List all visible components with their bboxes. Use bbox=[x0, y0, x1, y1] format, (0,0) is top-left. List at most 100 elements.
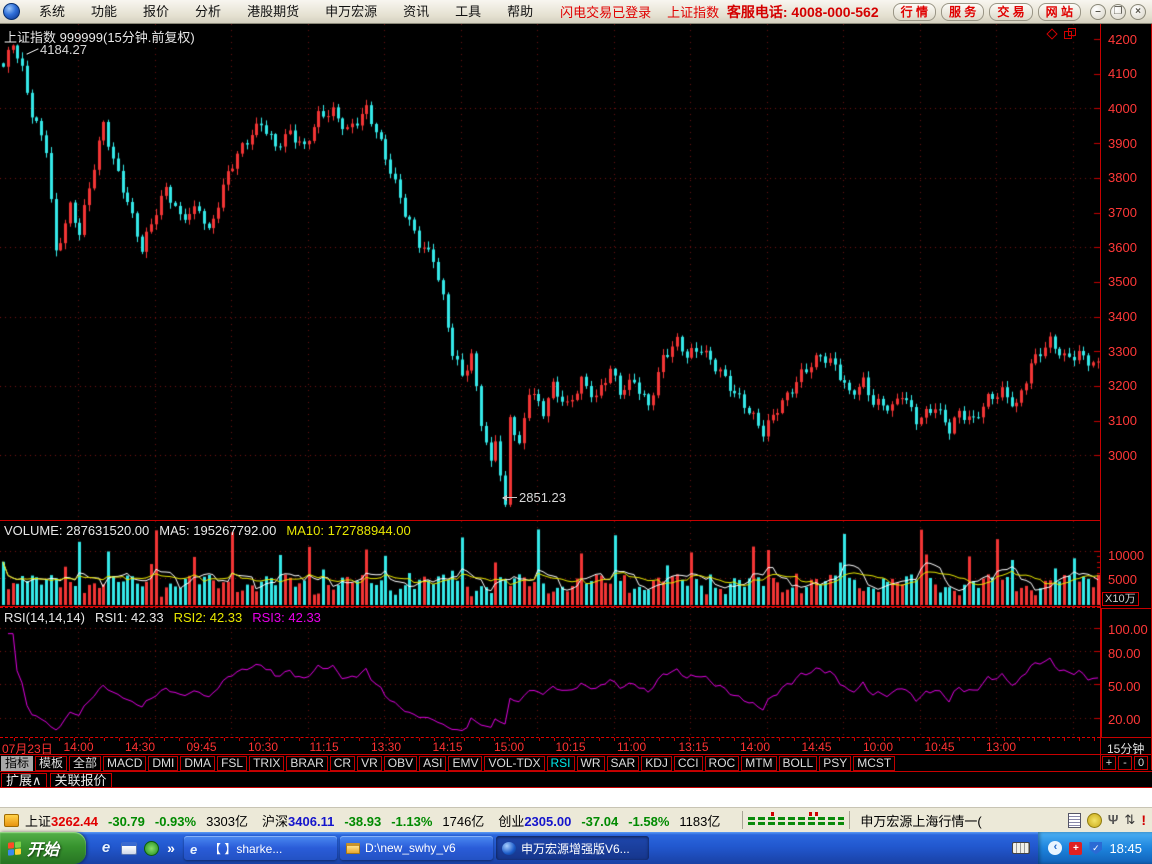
menu-item[interactable]: 功能 bbox=[78, 1, 130, 23]
menu-item[interactable]: 帮助 bbox=[494, 1, 546, 23]
indicator-tab[interactable]: ROC bbox=[704, 756, 740, 771]
indicator-tab[interactable]: SAR bbox=[606, 756, 640, 771]
rsi-axis-box: 100.00 80.00 50.00 20.00 bbox=[1101, 608, 1152, 738]
minimize-button[interactable]: – bbox=[1090, 3, 1106, 20]
header-button[interactable]: 服 务 bbox=[940, 2, 985, 21]
connection-status-label: 申万宏源上海行情一( bbox=[860, 813, 982, 829]
indicator-tab[interactable]: 指标 bbox=[1, 756, 34, 771]
indicator-tab[interactable]: 模板 bbox=[35, 756, 68, 771]
flash-trade-status: 闪电交易已登录 bbox=[560, 5, 652, 20]
volume-axis-label: 10000 bbox=[1108, 548, 1145, 563]
indicator-tab[interactable]: OBV bbox=[383, 756, 418, 771]
keyboard-tray-icon[interactable] bbox=[1012, 842, 1031, 854]
indicator-tab[interactable]: DMA bbox=[180, 756, 216, 771]
price-axis-label: 3800 bbox=[1108, 170, 1137, 186]
indicator-tab[interactable]: KDJ bbox=[641, 756, 672, 771]
indicator-tab[interactable]: MTM bbox=[741, 756, 777, 771]
price-axis-label: 3500 bbox=[1108, 274, 1137, 290]
arrow-left-icon bbox=[502, 495, 517, 501]
price-axis-label: 3100 bbox=[1108, 413, 1137, 429]
index-turnover: 3303亿 bbox=[206, 813, 249, 829]
menu-item[interactable]: 分析 bbox=[182, 1, 234, 23]
indicator-tab[interactable]: BRAR bbox=[286, 756, 328, 771]
menu-item[interactable]: 资讯 bbox=[390, 1, 442, 23]
zoom-button[interactable]: 0 bbox=[1134, 756, 1148, 770]
task-icon bbox=[346, 842, 360, 854]
taskbar-task-button[interactable]: D:\new_swhy_v6 bbox=[340, 836, 493, 860]
indicator-tab[interactable]: WR bbox=[576, 756, 605, 771]
main-candlestick-canvas[interactable] bbox=[0, 24, 1100, 521]
indicator-tab[interactable]: VR bbox=[357, 756, 382, 771]
updown-arrows-icon[interactable]: ⇅ bbox=[1124, 813, 1135, 827]
zoom-button[interactable]: - bbox=[1118, 756, 1132, 770]
indicator-tab[interactable]: ASI bbox=[419, 756, 447, 771]
volume-unit-label: X10万 bbox=[1102, 592, 1139, 606]
document-icon[interactable] bbox=[1067, 812, 1081, 828]
indicator-tab[interactable]: TRIX bbox=[249, 756, 285, 771]
indicator-tab[interactable]: FSL bbox=[217, 756, 248, 771]
quick-launch: e » bbox=[86, 840, 184, 857]
index-turnover: 1746亿 bbox=[442, 813, 485, 829]
separator bbox=[0, 754, 1152, 755]
price-axis-labels: 4200 4100 4000 3900 3800 3700 3600 3500 3400 3300… bbox=[1101, 24, 1151, 473]
index-name: 创业 bbox=[498, 813, 525, 829]
mail-quicklaunch-icon[interactable] bbox=[121, 841, 137, 855]
antenna-icon[interactable]: Ψ bbox=[1108, 813, 1119, 827]
alert-icon[interactable]: ! bbox=[1141, 813, 1146, 827]
price-axis-column: 4200 4100 4000 3900 3800 3700 3600 3500 3400 3300… bbox=[1100, 24, 1152, 770]
header-button[interactable]: 网 站 bbox=[1037, 2, 1081, 21]
task-title: D:\new_swhy_v6 bbox=[365, 841, 456, 855]
tray-collapse-icon[interactable]: ‹ bbox=[1048, 841, 1063, 855]
menu-item[interactable]: 报价 bbox=[130, 1, 182, 23]
media-quicklaunch-icon[interactable] bbox=[144, 840, 159, 856]
header-button[interactable]: 交 易 bbox=[989, 2, 1033, 21]
menu-item[interactable]: 申万宏源 bbox=[312, 1, 390, 23]
indicator-tab[interactable]: BOLL bbox=[778, 756, 818, 771]
indicator-tab[interactable]: 全部 bbox=[69, 756, 102, 771]
indicator-tab[interactable]: CCI bbox=[673, 756, 703, 771]
price-axis-label: 4000 bbox=[1108, 100, 1137, 116]
taskbar-clock[interactable]: 18:45 bbox=[1109, 841, 1142, 856]
task-title: 申万宏源增强版V6... bbox=[521, 841, 630, 856]
indicator-tab[interactable]: MCST bbox=[853, 756, 896, 771]
price-axis-label: 4100 bbox=[1108, 66, 1137, 82]
taskbar-task-button[interactable]: 申万宏源增强版V6... bbox=[496, 836, 649, 860]
application-window: 系统 功能 报价 分析 港股期货 申万宏源 资讯 工具 帮助 闪电交易已登录 上证指数 客服电话… bbox=[0, 0, 1152, 864]
menu-item[interactable]: 系统 bbox=[26, 1, 78, 23]
close-button[interactable]: × bbox=[1130, 3, 1146, 20]
status-window-icon[interactable] bbox=[4, 813, 19, 827]
extension-tab[interactable]: 扩展∧ bbox=[1, 773, 47, 788]
indicator-tab[interactable]: VOL-TDX bbox=[484, 756, 545, 771]
ie-quicklaunch-icon[interactable]: e bbox=[98, 840, 114, 856]
restore-button[interactable]: ❐ bbox=[1110, 3, 1126, 20]
indicator-tab[interactable]: DMI bbox=[148, 756, 179, 771]
indicator-tab[interactable]: RSI bbox=[546, 756, 575, 771]
security-shield-tray-icon[interactable]: ✓ bbox=[1089, 841, 1103, 855]
chart-zoom-controls: + -0 bbox=[1102, 756, 1148, 770]
taskbar-task-button[interactable]: 【 】sharke... bbox=[184, 836, 337, 860]
quicklaunch-overflow-chevron[interactable]: » bbox=[166, 840, 176, 856]
indicator-tab[interactable]: EMV bbox=[448, 756, 483, 771]
menu-item[interactable]: 工具 bbox=[442, 1, 494, 23]
menu-item[interactable]: 港股期货 bbox=[234, 1, 312, 23]
indicator-tab[interactable]: CR bbox=[329, 756, 356, 771]
indicator-tab-bar: 指标 模板 全部 MACD DMI DMA FSL TRIX BRAR CR V… bbox=[1, 756, 1099, 771]
header-button[interactable]: 行 情 bbox=[892, 2, 936, 21]
start-button[interactable]: 开始 bbox=[0, 832, 86, 864]
indicator-tab[interactable]: PSY bbox=[819, 756, 852, 771]
rsi-axis-label: 50.00 bbox=[1108, 679, 1141, 694]
current-symbol-label: 上证指数 bbox=[667, 5, 720, 20]
chart-area: 上证指数 999999(15分钟.前复权) 4184.27 2851.23 VO… bbox=[0, 24, 1152, 788]
diamond-marker-icon[interactable] bbox=[1046, 27, 1058, 40]
refresh-icon[interactable] bbox=[1086, 812, 1102, 828]
extension-tab[interactable]: 关联报价 bbox=[49, 773, 112, 788]
service-phone: 客服电话: 4008-000-562 bbox=[726, 3, 879, 20]
index-turnover: 1183亿 bbox=[679, 813, 721, 829]
panel-separator bbox=[0, 606, 1100, 607]
antivirus-tray-icon[interactable]: + bbox=[1069, 841, 1083, 855]
indicator-tab[interactable]: MACD bbox=[103, 756, 147, 771]
info-strip bbox=[0, 788, 1152, 808]
rsi-canvas[interactable] bbox=[0, 608, 1100, 737]
cascade-windows-icon[interactable] bbox=[1064, 28, 1076, 39]
zoom-button[interactable]: + bbox=[1102, 756, 1116, 770]
